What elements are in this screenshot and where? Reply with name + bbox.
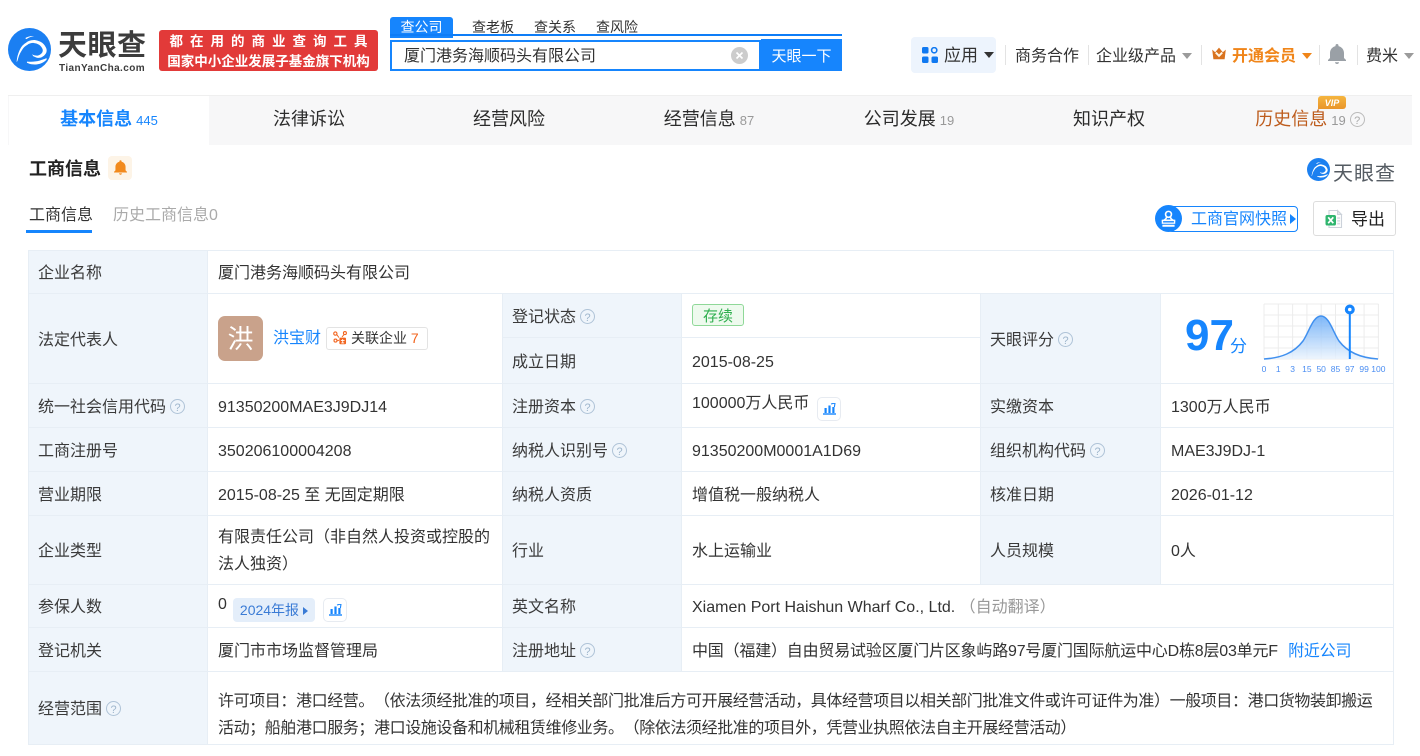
svg-text:0: 0: [1262, 364, 1267, 374]
svg-text:85: 85: [1331, 364, 1341, 374]
svg-text:99: 99: [1359, 364, 1369, 374]
svg-text:50: 50: [1316, 364, 1326, 374]
svg-text:97: 97: [1345, 364, 1355, 374]
svg-text:1: 1: [1276, 364, 1281, 374]
svg-text:3: 3: [1290, 364, 1295, 374]
svg-text:15: 15: [1302, 364, 1312, 374]
svg-text:100: 100: [1371, 364, 1385, 374]
